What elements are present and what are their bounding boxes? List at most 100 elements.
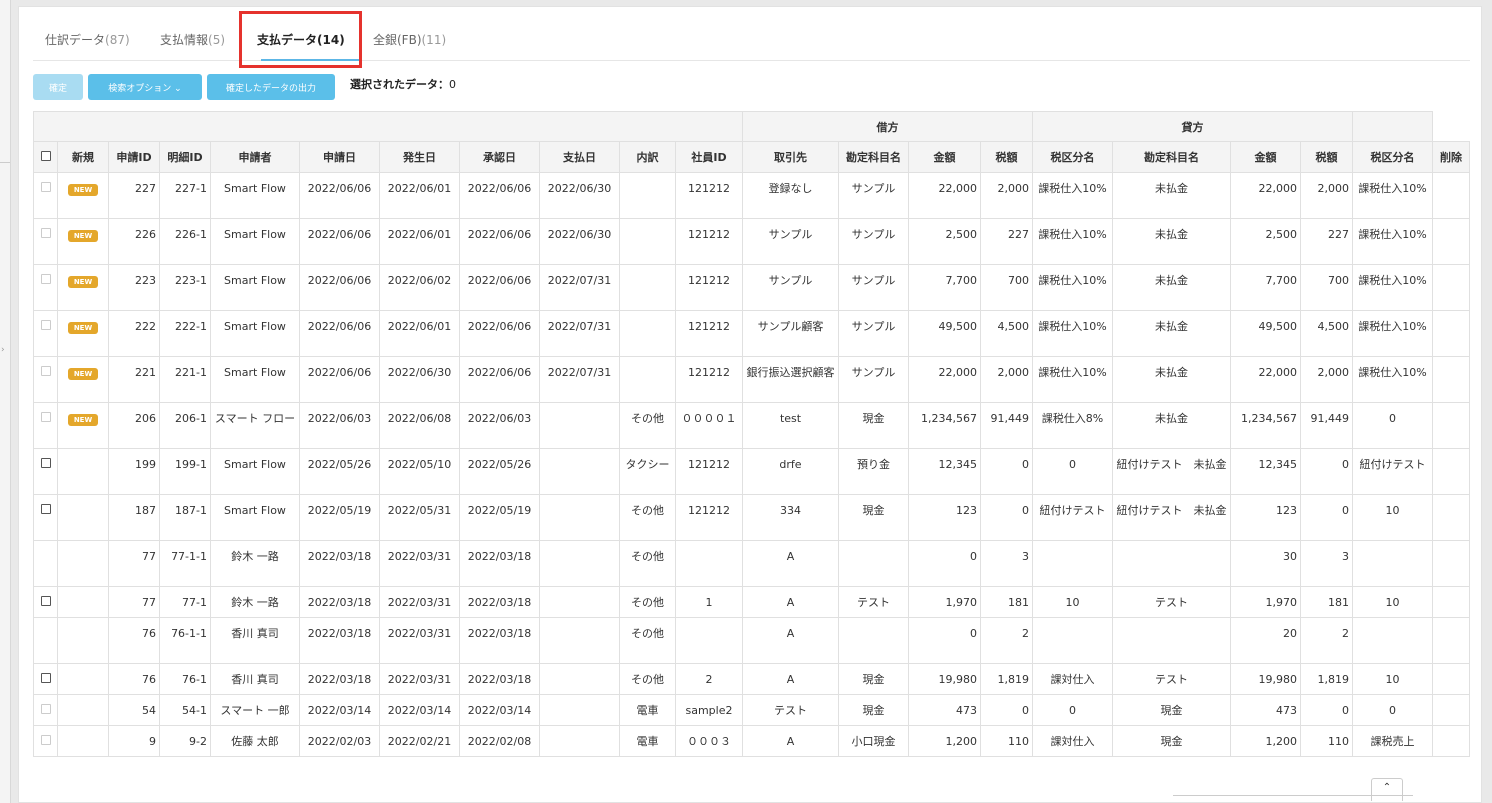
cell-c-amount: 123 <box>1230 494 1301 541</box>
cell-breakdown <box>619 264 676 311</box>
cell-del <box>1432 586 1470 618</box>
table-row[interactable]: 76 76-1-1 香川 真司 2022/03/18 2022/03/31 2022/03… <box>33 617 1470 664</box>
cell-applied: 2022/03/18 <box>299 540 380 587</box>
table-row[interactable]: 54 54-1 スマート 一郎 2022/03/14 2022/03/14 2022/03… <box>33 694 1470 726</box>
cell-apply-id: 76 <box>108 617 160 664</box>
cell-c-account <box>1112 617 1231 664</box>
cell-c-account: 未払金 <box>1112 356 1231 403</box>
cell-breakdown: その他 <box>619 402 676 449</box>
cell-approved: 2022/06/06 <box>459 218 540 265</box>
cell-c-taxclass: 課税仕入10% <box>1352 356 1433 403</box>
table-row[interactable]: 76 76-1 香川 真司 2022/03/18 2022/03/31 2022/03/1… <box>33 663 1470 695</box>
row-checkbox[interactable] <box>40 504 51 514</box>
cell-employee <box>675 540 743 587</box>
cell-d-taxclass: 課税仕入10% <box>1032 218 1113 265</box>
cell-c-tax: 91,449 <box>1300 402 1353 449</box>
new-badge: NEW <box>67 230 99 242</box>
col-header-credit-tax: 税額 <box>1300 141 1353 173</box>
cell-d-account: 小口現金 <box>838 725 909 757</box>
scroll-top-button[interactable]: ⌃ <box>1371 778 1403 801</box>
row-select-cell <box>33 264 58 311</box>
table-row[interactable]: 199 199-1 Smart Flow 2022/05/26 2022/05/10 20… <box>33 448 1470 495</box>
cell-employee <box>675 617 743 664</box>
cell-partner: 銀行振込選択顧客 <box>742 356 839 403</box>
cell-applicant: Smart Flow <box>210 494 300 541</box>
row-select-cell <box>33 172 58 219</box>
cell-applicant: Smart Flow <box>210 172 300 219</box>
col-header-applied-date: 申請日 <box>299 141 380 173</box>
table-row[interactable]: NEW 221 221-1 Smart Flow 2022/06/06 2022/06/3… <box>33 356 1470 403</box>
cell-breakdown <box>619 310 676 357</box>
cell-d-amount: 2,500 <box>908 218 981 265</box>
confirm-button[interactable]: 確定 <box>33 74 83 100</box>
cell-employee: 121212 <box>675 494 743 541</box>
row-checkbox <box>40 320 51 330</box>
cell-approved: 2022/02/08 <box>459 725 540 757</box>
cell-apply-id: 226 <box>108 218 160 265</box>
cell-isnew: NEW <box>57 172 109 219</box>
cell-c-tax: 0 <box>1300 448 1353 495</box>
cell-d-amount: 22,000 <box>908 356 981 403</box>
cell-isnew <box>57 540 109 587</box>
cell-d-account: 現金 <box>838 494 909 541</box>
tab-payment-info[interactable]: 支払情報(5) <box>160 31 225 48</box>
cell-approved: 2022/06/06 <box>459 310 540 357</box>
bottom-divider <box>1173 795 1413 796</box>
cell-detail-id: 222-1 <box>159 310 211 357</box>
cell-partner: A <box>742 617 839 664</box>
cell-d-tax: 4,500 <box>980 310 1033 357</box>
cell-partner: 334 <box>742 494 839 541</box>
table-row[interactable]: NEW 223 223-1 Smart Flow 2022/06/06 2022/06/0… <box>33 264 1470 311</box>
cell-d-tax: 2 <box>980 617 1033 664</box>
table-row[interactable]: NEW 222 222-1 Smart Flow 2022/06/06 2022/06/0… <box>33 310 1470 357</box>
cell-applicant: 鈴木 一路 <box>210 540 300 587</box>
table-row[interactable]: NEW 227 227-1 Smart Flow 2022/06/06 2022/06/0… <box>33 172 1470 219</box>
row-checkbox[interactable] <box>40 673 51 683</box>
table-row[interactable]: 77 77-1-1 鈴木 一路 2022/03/18 2022/03/31 2022/03… <box>33 540 1470 587</box>
cell-applied: 2022/03/18 <box>299 586 380 618</box>
cell-del <box>1432 218 1470 265</box>
cell-c-amount: 2,500 <box>1230 218 1301 265</box>
cell-apply-id: 227 <box>108 172 160 219</box>
tab-label: 仕訳データ <box>45 33 106 47</box>
table-row[interactable]: NEW 226 226-1 Smart Flow 2022/06/06 2022/06/0… <box>33 218 1470 265</box>
cell-employee: ０００３ <box>675 725 743 757</box>
export-confirmed-button[interactable]: 確定したデータの出力 <box>207 74 335 100</box>
table-row[interactable]: NEW 206 206-1 スマート フロー 2022/06/03 2022/06/08 2… <box>33 402 1470 449</box>
table-row[interactable]: 9 9-2 佐藤 太郎 2022/02/03 2022/02/21 2022/02/08 電… <box>33 725 1470 757</box>
table-row[interactable]: 187 187-1 Smart Flow 2022/05/19 2022/05/31 20… <box>33 494 1470 541</box>
select-all-checkbox[interactable] <box>40 150 51 161</box>
cell-employee: ００００１ <box>675 402 743 449</box>
cell-approved: 2022/06/03 <box>459 402 540 449</box>
cell-c-tax: 0 <box>1300 694 1353 726</box>
cell-c-account: 現金 <box>1112 694 1231 726</box>
cell-occurred: 2022/06/01 <box>379 172 460 219</box>
cell-d-taxclass: 紐付けテスト <box>1032 494 1113 541</box>
cell-d-account: 現金 <box>838 663 909 695</box>
row-checkbox[interactable] <box>40 596 51 606</box>
cell-d-account: 現金 <box>838 402 909 449</box>
cell-occurred: 2022/06/02 <box>379 264 460 311</box>
search-options-button[interactable]: 検索オプション ⌄ <box>88 74 202 100</box>
cell-occurred: 2022/03/31 <box>379 663 460 695</box>
cell-d-account: 預り金 <box>838 448 909 495</box>
cell-del <box>1432 494 1470 541</box>
table-row[interactable]: 77 77-1 鈴木 一路 2022/03/18 2022/03/31 2022/03/1… <box>33 586 1470 618</box>
cell-partner: A <box>742 725 839 757</box>
cell-apply-id: 223 <box>108 264 160 311</box>
cell-partner: drfe <box>742 448 839 495</box>
cell-applicant: スマート 一郎 <box>210 694 300 726</box>
cell-d-taxclass <box>1032 540 1113 587</box>
cell-employee: 121212 <box>675 356 743 403</box>
tab-journal-data[interactable]: 仕訳データ(87) <box>45 31 130 48</box>
row-checkbox <box>40 228 51 238</box>
row-checkbox[interactable] <box>40 458 51 468</box>
cell-paid: 2022/06/30 <box>539 172 620 219</box>
tab-zengin-fb[interactable]: 全銀(FB)(11) <box>373 31 446 48</box>
col-header-debit-tax: 税額 <box>980 141 1033 173</box>
cell-c-taxclass <box>1352 617 1433 664</box>
cell-apply-id: 54 <box>108 694 160 726</box>
cell-paid <box>539 725 620 757</box>
row-checkbox <box>40 274 51 284</box>
cell-breakdown: その他 <box>619 494 676 541</box>
